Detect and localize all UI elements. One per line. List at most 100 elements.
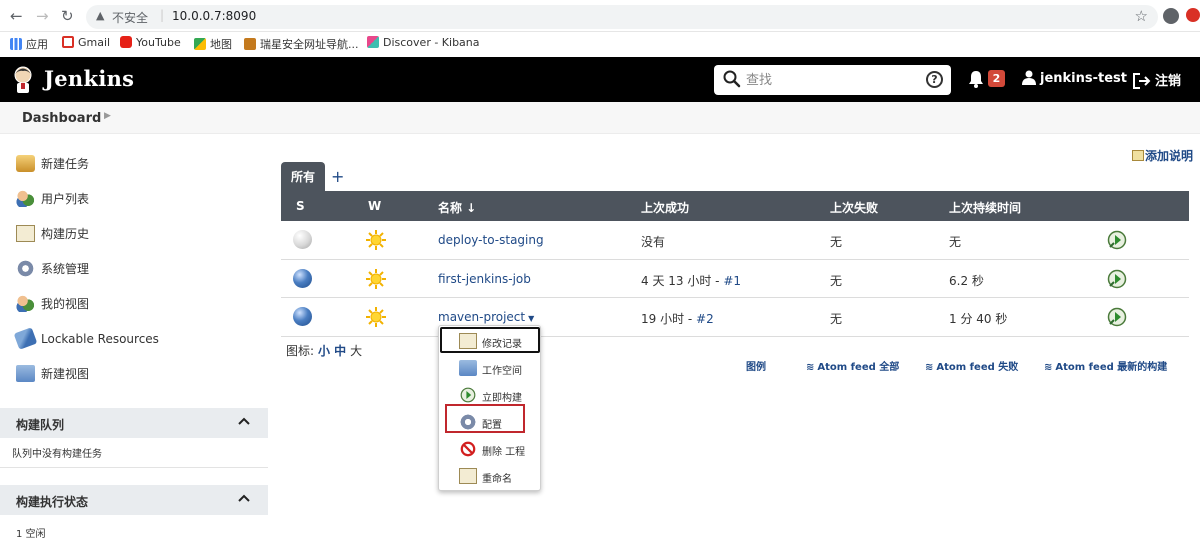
breadcrumb: Dashboard ▶ bbox=[0, 102, 1200, 134]
table-header: S W 名称 ↓ 上次成功 上次失败 上次持续时间 bbox=[281, 191, 1189, 221]
menu-item-workspace[interactable]: 工作空间 bbox=[439, 355, 542, 382]
chevron-up-icon[interactable] bbox=[238, 417, 250, 425]
icon-size-large: 大 bbox=[350, 344, 363, 358]
schedule-build-icon[interactable] bbox=[1107, 307, 1127, 327]
apps-grid-icon bbox=[10, 38, 22, 50]
rename-notepad-icon bbox=[459, 468, 477, 484]
schedule-build-icon[interactable] bbox=[1107, 230, 1127, 250]
col-status[interactable]: S bbox=[296, 199, 305, 213]
notification-bell-icon[interactable] bbox=[968, 70, 984, 88]
sidebar-item-manage[interactable]: 系统管理 bbox=[16, 260, 89, 282]
build-number-link[interactable]: #2 bbox=[696, 312, 714, 326]
table-row: maven-project ▼ 19 小时 - #2 无 1 分 40 秒 bbox=[281, 298, 1189, 337]
col-last-duration[interactable]: 上次持续时间 bbox=[949, 199, 1021, 216]
url-text[interactable]: 10.0.0.7:8090 bbox=[172, 9, 256, 23]
address-bar[interactable]: ▲ 不安全 | 10.0.0.7:8090 ☆ bbox=[86, 5, 1158, 29]
job-link[interactable]: maven-project bbox=[438, 310, 525, 324]
weather-sunny-icon bbox=[366, 307, 386, 327]
col-name[interactable]: 名称 ↓ bbox=[438, 199, 476, 216]
gmail-icon bbox=[62, 36, 74, 48]
extension-icon[interactable] bbox=[1186, 8, 1200, 22]
logout-link[interactable]: 注销 bbox=[1133, 70, 1181, 89]
browser-toolbar: ← → ↻ ▲ 不安全 | 10.0.0.7:8090 ☆ bbox=[0, 0, 1200, 32]
edit-description-icon bbox=[1132, 150, 1144, 161]
maps-icon bbox=[194, 38, 206, 50]
job-context-menu: 修改记录 工作空间 立即构建 配置 删除 工程 重命名 bbox=[438, 325, 541, 491]
schedule-build-icon[interactable] bbox=[1107, 269, 1127, 289]
bookmark-maps[interactable]: 地图 bbox=[194, 36, 232, 52]
workspace-folder-icon bbox=[459, 360, 477, 376]
chevron-up-icon[interactable] bbox=[238, 494, 250, 502]
menu-item-delete-project[interactable]: 删除 工程 bbox=[439, 436, 542, 463]
help-icon[interactable]: ? bbox=[926, 71, 943, 88]
breadcrumb-dashboard[interactable]: Dashboard bbox=[22, 111, 101, 126]
last-success: 19 小时 - #2 bbox=[641, 312, 714, 326]
jenkins-butler-logo-icon[interactable] bbox=[12, 65, 34, 95]
user-menu[interactable]: jenkins-test bbox=[1022, 70, 1127, 86]
back-arrow-icon[interactable]: ← bbox=[10, 7, 23, 25]
tab-all[interactable]: 所有 bbox=[281, 162, 325, 192]
last-success: 没有 bbox=[641, 235, 666, 249]
build-queue-header[interactable]: 构建队列 bbox=[0, 408, 268, 438]
chevron-right-icon[interactable]: ▶ bbox=[104, 111, 111, 121]
sidebar-item-build-history[interactable]: 构建历史 bbox=[16, 225, 89, 247]
menu-item-build-now[interactable]: 立即构建 bbox=[439, 382, 542, 409]
sidebar: 新建任务 用户列表 构建历史 系统管理 我的视图 Lockable Resour… bbox=[0, 134, 268, 540]
sidebar-item-new-item[interactable]: 新建任务 bbox=[16, 155, 89, 177]
atom-feed-failed-link[interactable]: ≋ Atom feed 失败 bbox=[925, 358, 1018, 373]
job-link[interactable]: first-jenkins-job bbox=[438, 272, 531, 286]
new-view-folder-icon bbox=[16, 365, 35, 382]
add-view-tab[interactable]: + bbox=[331, 167, 344, 186]
build-number-link[interactable]: #1 bbox=[723, 274, 741, 288]
bookmark-star-icon[interactable]: ☆ bbox=[1135, 7, 1148, 25]
executors-header[interactable]: 构建执行状态 bbox=[0, 485, 268, 515]
menu-item-configure[interactable]: 配置 bbox=[439, 409, 542, 436]
bookmark-kibana[interactable]: Discover - Kibana bbox=[367, 36, 480, 49]
last-success: 4 天 13 小时 - #1 bbox=[641, 273, 742, 288]
dropdown-caret-icon[interactable]: ▼ bbox=[528, 314, 534, 323]
sidebar-item-new-view[interactable]: 新建视图 bbox=[16, 365, 89, 387]
job-link[interactable]: deploy-to-staging bbox=[438, 233, 544, 247]
icon-size-small[interactable]: 小 bbox=[318, 344, 330, 358]
profile-avatar-icon[interactable] bbox=[1163, 8, 1179, 24]
add-description-link[interactable]: 添加说明 bbox=[1132, 147, 1193, 164]
sidebar-item-my-views[interactable]: 我的视图 bbox=[16, 295, 89, 317]
search-box[interactable]: ? bbox=[714, 65, 951, 95]
last-duration: 无 bbox=[949, 235, 962, 249]
icon-size-medium[interactable]: 中 bbox=[334, 344, 346, 358]
status-blue-ball-icon bbox=[293, 268, 312, 288]
weather-sunny-icon bbox=[366, 268, 386, 289]
rising-lion-icon bbox=[244, 38, 256, 50]
separator: | bbox=[160, 8, 165, 22]
last-failure: 无 bbox=[830, 312, 843, 326]
last-duration: 1 分 40 秒 bbox=[949, 312, 1008, 326]
col-last-failure[interactable]: 上次失败 bbox=[830, 199, 878, 216]
search-input[interactable] bbox=[746, 71, 916, 89]
bookmark-youtube[interactable]: YouTube bbox=[120, 36, 181, 49]
bookmark-rising[interactable]: 瑞星安全网址导航... bbox=[244, 36, 359, 52]
last-failure: 无 bbox=[830, 273, 843, 288]
people-icon bbox=[16, 190, 35, 207]
legend-link[interactable]: 图例 bbox=[746, 358, 766, 373]
reload-icon[interactable]: ↻ bbox=[61, 7, 74, 25]
rss-icon: ≋ bbox=[806, 362, 815, 373]
menu-item-rename[interactable]: 重命名 bbox=[439, 463, 542, 490]
atom-feed-latest-link[interactable]: ≋ Atom feed 最新的构建 bbox=[1044, 358, 1167, 373]
rss-icon: ≋ bbox=[925, 362, 934, 373]
warning-triangle-icon: ▲ bbox=[96, 9, 105, 22]
atom-feed-all-link[interactable]: ≋ Atom feed 全部 bbox=[806, 358, 899, 373]
status-blue-ball-icon bbox=[293, 307, 312, 326]
sidebar-item-people[interactable]: 用户列表 bbox=[16, 190, 89, 212]
notification-count-badge[interactable]: 2 bbox=[988, 70, 1005, 87]
forward-arrow-icon[interactable]: → bbox=[36, 7, 49, 25]
bookmark-apps[interactable]: 应用 bbox=[10, 36, 48, 52]
col-weather[interactable]: W bbox=[368, 199, 381, 213]
sidebar-item-lockable-resources[interactable]: Lockable Resources bbox=[13, 327, 159, 352]
menu-item-changes[interactable]: 修改记录 bbox=[439, 328, 542, 355]
bookmark-gmail[interactable]: Gmail bbox=[62, 36, 110, 49]
new-item-icon bbox=[16, 155, 35, 172]
jobs-table: S W 名称 ↓ 上次成功 上次失败 上次持续时间 deploy-to-stag… bbox=[281, 191, 1189, 337]
logout-icon bbox=[1133, 73, 1151, 89]
brand-title[interactable]: Jenkins bbox=[44, 66, 134, 91]
col-last-success[interactable]: 上次成功 bbox=[641, 199, 689, 216]
